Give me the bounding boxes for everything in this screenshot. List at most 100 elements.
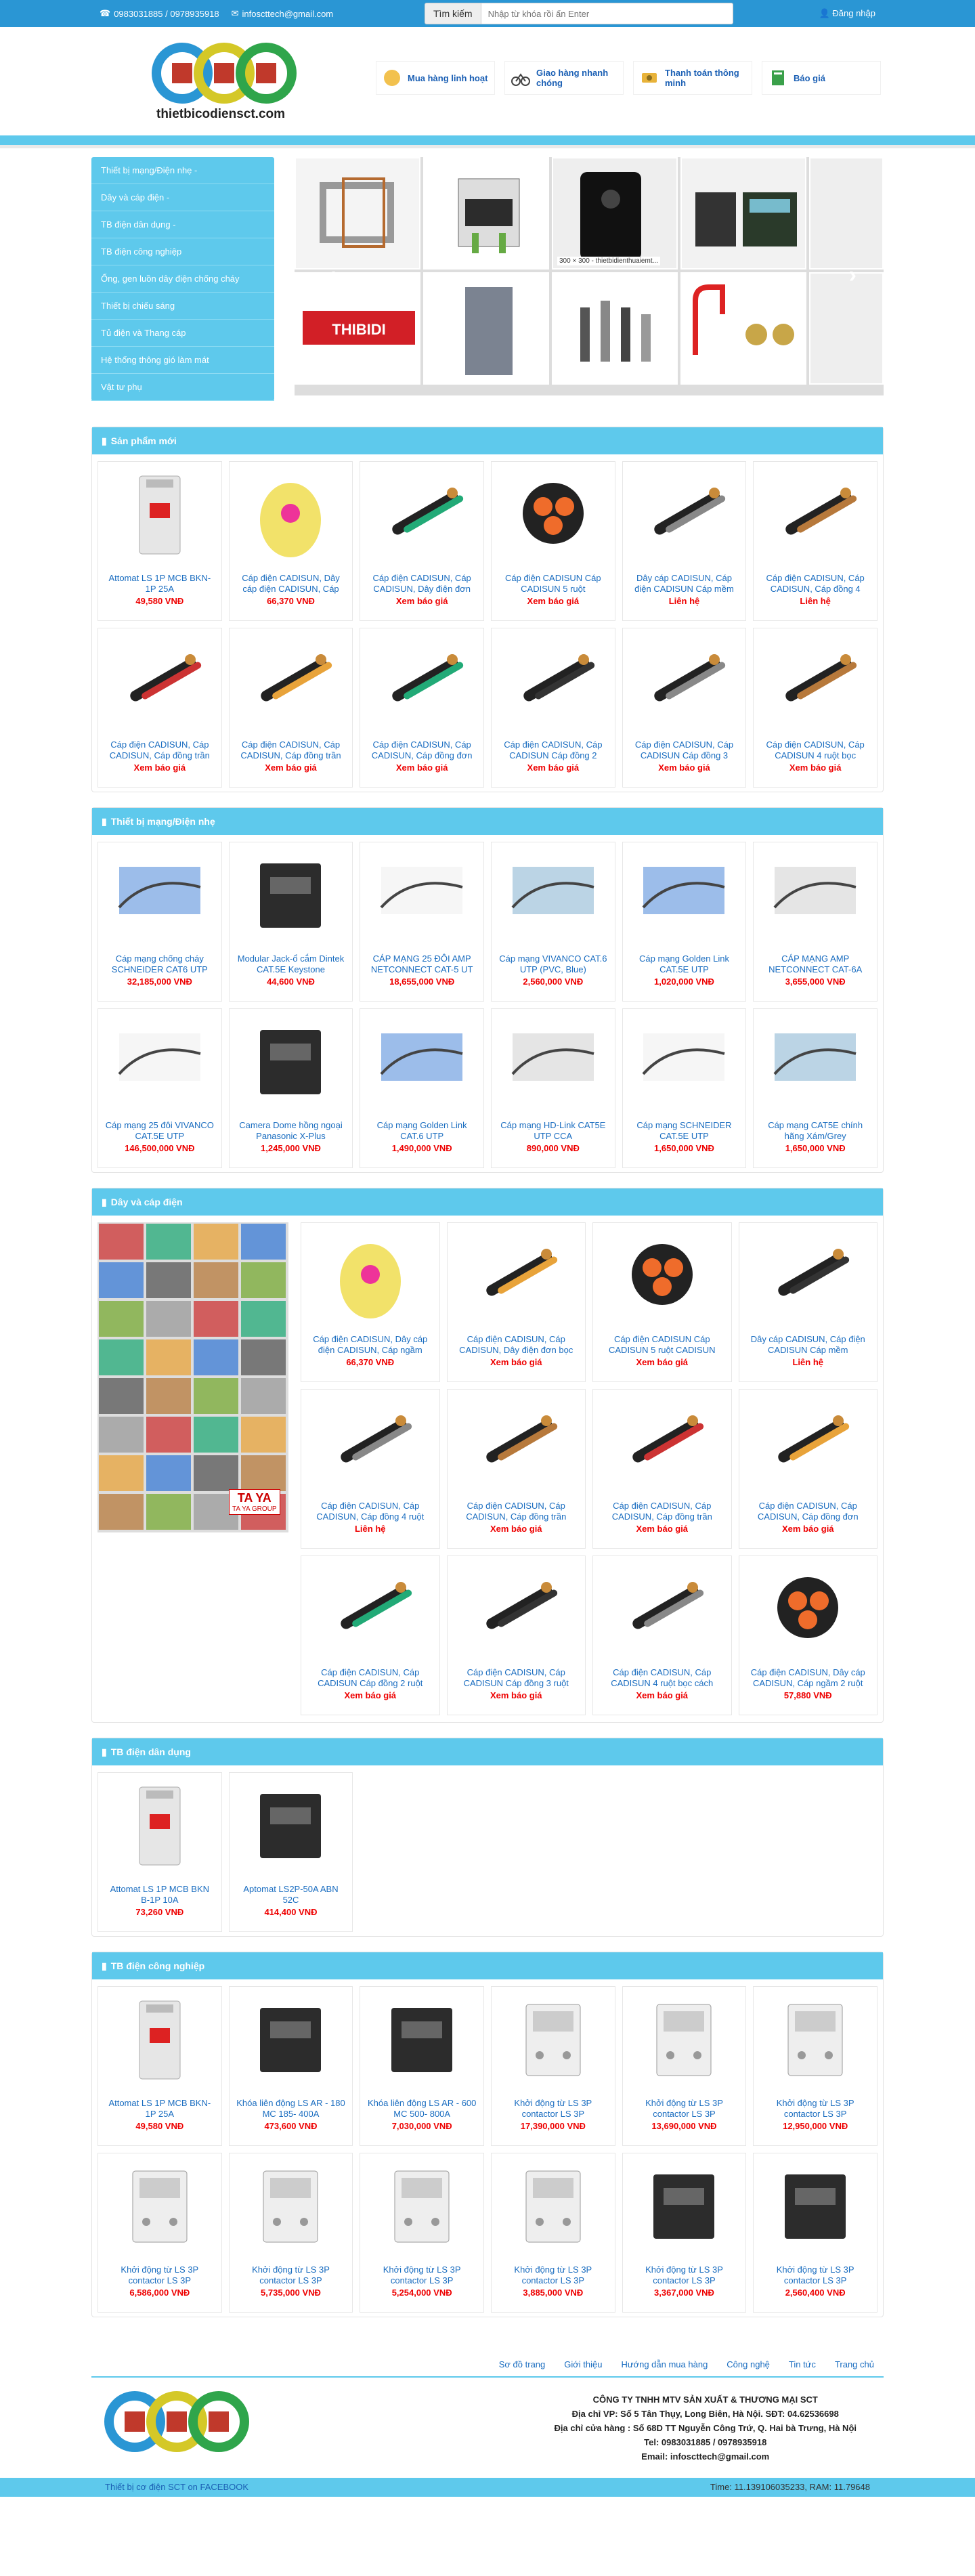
product-card[interactable]: Cáp điện CADISUN Cáp CADISUN 5 ruột Xem …	[491, 461, 615, 621]
product-card[interactable]: Khởi động từ LS 3P contactor LS 3P 2,560…	[753, 2153, 878, 2313]
product-card[interactable]: Khởi động từ LS 3P contactor LS 3P 3,885…	[491, 2153, 615, 2313]
product-image[interactable]	[371, 2158, 473, 2256]
slide-image[interactable]: THIBIDI	[295, 272, 420, 385]
sidebar-item[interactable]: Tủ điện và Thang cáp	[91, 320, 274, 347]
product-name[interactable]: Cáp điện CADISUN, Cáp CADISUN, Cáp đồng …	[367, 739, 477, 761]
product-name[interactable]: Cáp mạng 25 đôi VIVANCO CAT.5E UTP	[105, 1120, 215, 1142]
product-name[interactable]: Cáp điện CADISUN, Dây cáp điện CADISUN, …	[236, 573, 346, 595]
product-image[interactable]	[109, 1991, 211, 2090]
product-card[interactable]: Cáp điện CADISUN, Cáp CADISUN Cáp đồng 2…	[491, 628, 615, 788]
product-card[interactable]: Camera Dome hồng ngoại Panasonic X-Plus …	[228, 1008, 353, 1168]
section-header[interactable]: ▮ Thiết bị mạng/Điện nhẹ	[92, 808, 883, 835]
slider-next-icon[interactable]: ›	[849, 262, 857, 288]
product-name[interactable]: Cáp điện CADISUN, Dây cáp điện CADISUN, …	[308, 1334, 433, 1356]
product-name[interactable]: Cáp điện CADISUN Cáp CADISUN 5 ruột CADI…	[600, 1334, 724, 1356]
product-image[interactable]	[764, 846, 866, 945]
product-image[interactable]	[320, 1560, 421, 1659]
product-image[interactable]	[465, 1560, 567, 1659]
product-image[interactable]	[633, 466, 735, 565]
sidebar-item[interactable]: Thiết bị mạng/Điện nhẹ -	[91, 157, 274, 184]
product-card[interactable]: Cáp điện CADISUN, Dây cáp điện CADISUN, …	[228, 461, 353, 621]
product-card[interactable]: Khởi động từ LS 3P contactor LS 3P 6,586…	[98, 2153, 222, 2313]
product-name[interactable]: Cáp điện CADISUN, Cáp CADISUN, Dây điện …	[367, 573, 477, 595]
product-card[interactable]: Cáp điện CADISUN, Cáp CADISUN, Cáp đồng …	[98, 628, 222, 788]
product-image[interactable]	[371, 1991, 473, 2090]
product-image[interactable]	[764, 2158, 866, 2256]
slider-prev-icon[interactable]: ‹	[328, 262, 336, 288]
product-card[interactable]: Cáp điện CADISUN, Cáp CADISUN, Cáp đồng …	[301, 1389, 440, 1549]
product-image[interactable]	[633, 846, 735, 945]
product-image[interactable]	[320, 1394, 421, 1493]
product-image[interactable]	[109, 1777, 211, 1876]
product-name[interactable]: Cáp điện CADISUN, Cáp CADISUN 4 ruột bọc	[760, 739, 870, 761]
product-image[interactable]	[371, 846, 473, 945]
slide-image[interactable]: 300 × 300 - thietbidienthuaiemt...	[552, 157, 678, 270]
product-image[interactable]	[764, 632, 866, 731]
product-card[interactable]: CÁP MẠNG AMP NETCONNECT CAT-6A 3,655,000…	[753, 842, 878, 1002]
product-name[interactable]: Khởi động từ LS 3P contactor LS 3P	[498, 2264, 608, 2286]
product-card[interactable]: Cáp điện CADISUN, Cáp CADISUN, Cáp đồng …	[738, 1389, 878, 1549]
product-image[interactable]	[465, 1227, 567, 1326]
product-name[interactable]: Cáp điện CADISUN, Cáp CADISUN, Cáp đồng …	[105, 739, 215, 761]
product-card[interactable]: Cáp mạng chống cháy SCHNEIDER CAT6 UTP 3…	[98, 842, 222, 1002]
product-image[interactable]	[764, 466, 866, 565]
product-image[interactable]	[109, 1013, 211, 1112]
product-image[interactable]	[109, 2158, 211, 2256]
product-card[interactable]: Khởi động từ LS 3P contactor LS 3P 3,367…	[622, 2153, 747, 2313]
product-card[interactable]: Cáp điện CADISUN Cáp CADISUN 5 ruột CADI…	[592, 1222, 732, 1382]
product-image[interactable]	[502, 846, 604, 945]
product-name[interactable]: Khởi động từ LS 3P contactor LS 3P	[760, 2264, 870, 2286]
product-card[interactable]: Attomat LS 1P MCB BKN-1P 25A 49,580 VNĐ	[98, 461, 222, 621]
footer-link[interactable]: Hướng dẫn mua hàng	[621, 2359, 708, 2369]
product-name[interactable]: Khởi động từ LS 3P contactor LS 3P	[498, 2098, 608, 2120]
product-image[interactable]	[240, 2158, 341, 2256]
product-image[interactable]	[502, 1013, 604, 1112]
product-name[interactable]: Khóa liên động LS AR - 600 MC 500- 800A	[367, 2098, 477, 2120]
product-image[interactable]	[371, 632, 473, 731]
slide-image[interactable]	[809, 157, 884, 270]
product-name[interactable]: Khóa liên động LS AR - 180 MC 185- 400A	[236, 2098, 346, 2120]
search-input[interactable]	[481, 3, 733, 24]
product-name[interactable]: Cáp điện CADISUN, Cáp CADISUN, Cáp đồng …	[236, 739, 346, 761]
product-image[interactable]	[633, 632, 735, 731]
facebook-link[interactable]: Thiết bị cơ điện SCT on FACEBOOK	[105, 2478, 248, 2497]
product-card[interactable]: Cáp mạng CAT5E chính hãng Xám/Grey 1,650…	[753, 1008, 878, 1168]
product-name[interactable]: CÁP MẠNG AMP NETCONNECT CAT-6A	[760, 953, 870, 975]
product-name[interactable]: Dây cáp CADISUN, Cáp điện CADISUN Cáp mề…	[630, 573, 739, 595]
product-name[interactable]: Attomat LS 1P MCB BKN-1P 25A	[105, 2098, 215, 2120]
product-image[interactable]	[502, 632, 604, 731]
product-image[interactable]	[109, 846, 211, 945]
product-card[interactable]: Khởi động từ LS 3P contactor LS 3P 5,254…	[360, 2153, 484, 2313]
product-card[interactable]: Khởi động từ LS 3P contactor LS 3P 12,95…	[753, 1986, 878, 2146]
product-name[interactable]: Dây cáp CADISUN, Cáp điện CADISUN Cáp mề…	[746, 1334, 871, 1356]
sidebar-item[interactable]: Ống, gen luồn dây điện chống cháy	[91, 265, 274, 293]
product-name[interactable]: CÁP MẠNG 25 ĐÔI AMP NETCONNECT CAT-5 UT	[367, 953, 477, 975]
slide-image[interactable]	[423, 272, 549, 385]
product-name[interactable]: Cáp điện CADISUN, Cáp CADISUN, Cáp đồng …	[760, 573, 870, 595]
product-image[interactable]	[371, 466, 473, 565]
product-card[interactable]: Khởi động từ LS 3P contactor LS 3P 13,69…	[622, 1986, 747, 2146]
product-image[interactable]	[320, 1227, 421, 1326]
product-name[interactable]: Cáp điện CADISUN, Cáp CADISUN, Dây điện …	[454, 1334, 579, 1356]
product-name[interactable]: Cáp điện CADISUN, Cáp CADISUN Cáp đồng 2…	[308, 1667, 433, 1689]
product-image[interactable]	[502, 466, 604, 565]
product-card[interactable]: Cáp điện CADISUN, Cáp CADISUN, Cáp đồng …	[228, 628, 353, 788]
product-name[interactable]: Cáp điện CADISUN, Cáp CADISUN, Cáp đồng …	[308, 1501, 433, 1522]
login-link[interactable]: 👤 Đăng nhập	[819, 8, 875, 19]
product-card[interactable]: Cáp mạng VIVANCO CAT.6 UTP (PVC, Blue) 2…	[491, 842, 615, 1002]
product-image[interactable]	[465, 1394, 567, 1493]
product-card[interactable]: Khóa liên động LS AR - 180 MC 185- 400A …	[228, 1986, 353, 2146]
product-image[interactable]	[240, 846, 341, 945]
product-name[interactable]: Cáp điện CADISUN, Cáp CADISUN, Cáp đồng …	[600, 1501, 724, 1522]
product-card[interactable]: Cáp điện CADISUN, Dây cáp điện CADISUN, …	[301, 1222, 440, 1382]
product-name[interactable]: Cáp mạng CAT5E chính hãng Xám/Grey	[760, 1120, 870, 1142]
product-card[interactable]: Cáp điện CADISUN, Cáp CADISUN 4 ruột bọc…	[592, 1555, 732, 1715]
product-image[interactable]	[757, 1227, 859, 1326]
slide-image[interactable]	[680, 157, 806, 270]
product-image[interactable]	[764, 1991, 866, 2090]
product-name[interactable]: Cáp mạng Golden Link CAT.6 UTP	[367, 1120, 477, 1142]
product-name[interactable]: Aptomat LS2P-50A ABN 52C	[236, 1884, 346, 1906]
product-name[interactable]: Khởi động từ LS 3P contactor LS 3P	[105, 2264, 215, 2286]
product-card[interactable]: Cáp mạng HD-Link CAT5E UTP CCA 890,000 V…	[491, 1008, 615, 1168]
product-name[interactable]: Camera Dome hồng ngoại Panasonic X-Plus	[236, 1120, 346, 1142]
